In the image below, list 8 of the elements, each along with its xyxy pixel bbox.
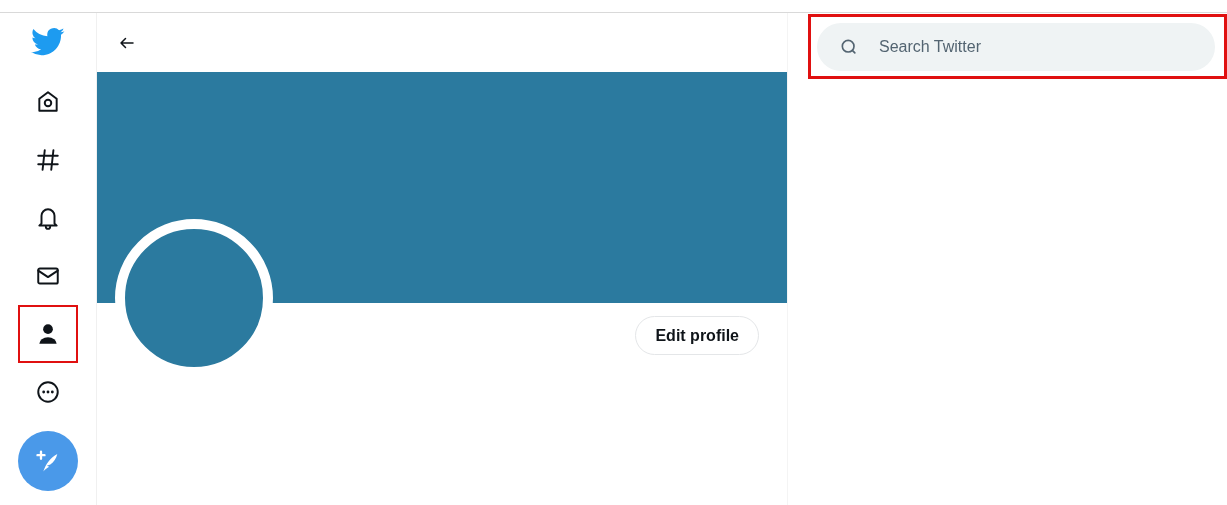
home-icon	[35, 89, 61, 115]
search-field[interactable]: Search Twitter	[817, 22, 1215, 71]
more-icon	[35, 379, 61, 405]
bell-icon	[35, 205, 61, 231]
bird-logo-icon[interactable]	[31, 27, 65, 57]
nav-item[interactable]	[18, 305, 78, 363]
compose-button[interactable]	[18, 431, 78, 491]
hashtag-icon	[35, 147, 61, 173]
